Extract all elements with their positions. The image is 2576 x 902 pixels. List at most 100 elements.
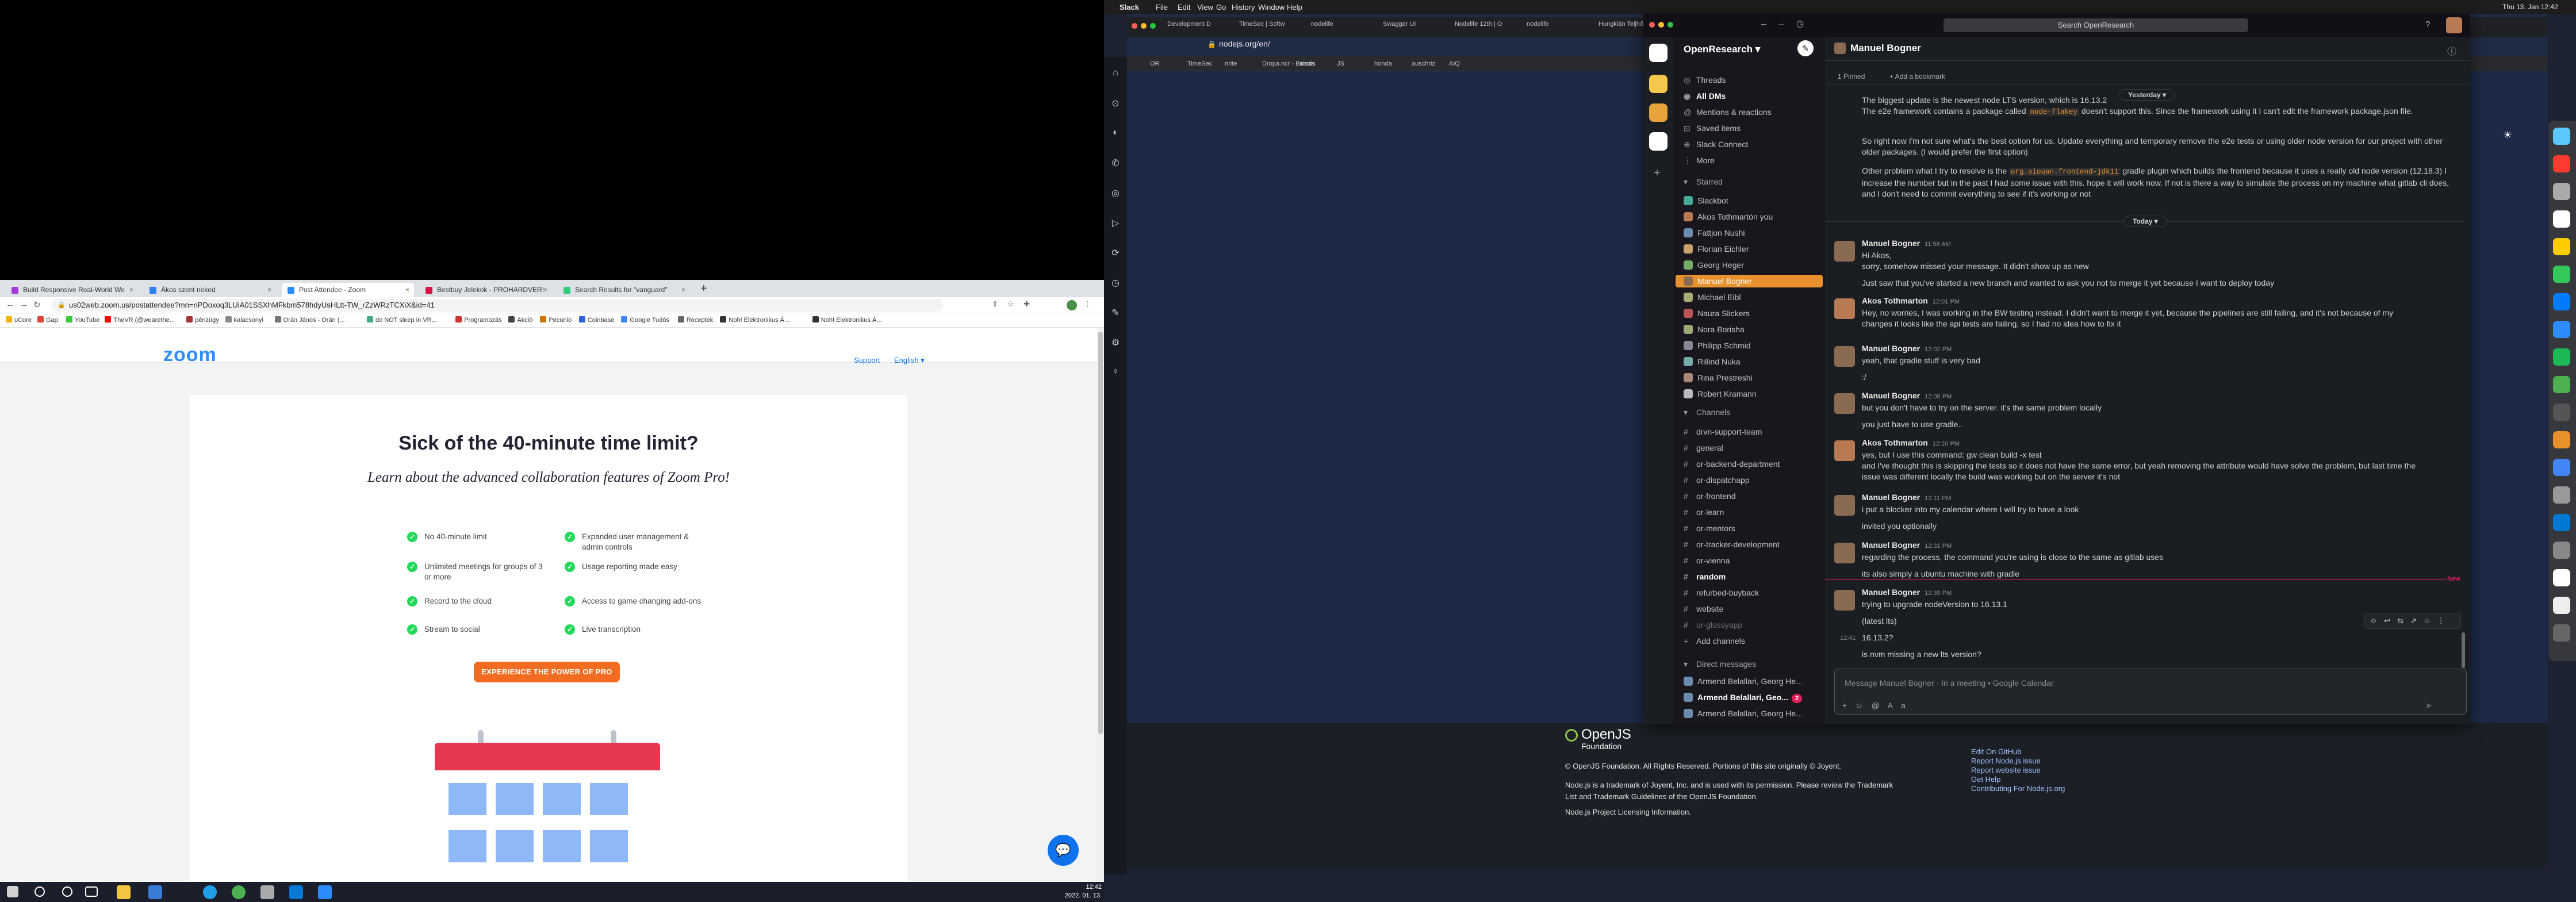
scrollbar-thumb[interactable] — [1098, 332, 1103, 734]
bookmark-item[interactable]: TheVR (@wearethe... — [105, 316, 175, 324]
message-author[interactable]: Manuel Bogner 12:02 PM — [1862, 344, 1952, 353]
sidebar-app-icon[interactable]: ⟳ — [1109, 247, 1122, 260]
openjs-wordmark[interactable]: OpenJS — [1581, 727, 1631, 743]
message-avatar[interactable] — [1834, 590, 1855, 611]
menu-view[interactable]: View — [1197, 3, 1213, 11]
dm-item[interactable]: Robert Kramann — [1684, 387, 1819, 400]
dock-app-icon[interactable] — [2553, 238, 2570, 255]
zoom-window-icon[interactable] — [1150, 23, 1156, 29]
language-select[interactable]: English ▾ — [894, 356, 925, 365]
workspace-icon[interactable] — [1649, 103, 1667, 122]
message-timestamp[interactable]: 12:08 PM — [1925, 393, 1952, 400]
menu-window[interactable]: Window — [1258, 3, 1285, 11]
vscode-icon[interactable] — [289, 885, 303, 899]
nav-more[interactable]: ⋮ More — [1684, 154, 1819, 167]
group-dm-item[interactable]: Armend Belallari, Georg He... — [1684, 675, 1819, 688]
message-scrollbar[interactable] — [2462, 632, 2465, 668]
message-author[interactable]: Manuel Bogner 12:11 PM — [1862, 493, 1951, 502]
new-tab-button[interactable]: + — [700, 282, 707, 295]
composer-input[interactable]: Message Manuel Bogner · In a meeting • G… — [1845, 678, 2054, 688]
sidebar-app-icon[interactable]: ⊙ — [1109, 98, 1122, 110]
channel-info-icon[interactable]: ⓘ — [2447, 44, 2456, 57]
dm-item[interactable]: Florian Eichler — [1684, 243, 1819, 255]
slack-search-input[interactable]: Search OpenResearch — [1943, 18, 2248, 32]
menu-history[interactable]: History — [1232, 3, 1255, 11]
dock-app-icon[interactable] — [2553, 266, 2570, 283]
bookmark-item[interactable]: Noh! Elektronikus Á... — [720, 316, 789, 324]
bookmark-item[interactable]: Pecunio — [540, 316, 572, 324]
bookmark-item[interactable]: Gap — [37, 316, 58, 324]
workspace-openresearch-icon[interactable] — [1649, 44, 1667, 62]
bookmark-item[interactable]: Coinbase — [578, 316, 614, 324]
dm-item[interactable]: Nora Borisha — [1684, 323, 1819, 336]
url-input[interactable]: nodejs.org/en/ — [1219, 39, 1270, 48]
footer-link[interactable]: Get Help — [1971, 775, 2000, 784]
message-timestamp[interactable]: 12:02 PM — [1925, 346, 1952, 353]
bookmark-item[interactable]: pénzügy — [186, 316, 219, 324]
message-hover-toolbar[interactable]: ☺↩⇆⇗☆⋮ — [2364, 613, 2461, 629]
browser-tab[interactable]: Nodelife 12th | O — [1455, 21, 1502, 28]
footer-link[interactable]: Report Node.js issue — [1971, 757, 2041, 765]
channel-item[interactable]: # or-dispatchapp — [1684, 474, 1819, 486]
url-input[interactable]: us02web.zoom.us/postattendee?mn=nPDoxoq3… — [52, 299, 943, 312]
menubar-clock[interactable]: Thu 13. Jan 12:42 — [2502, 3, 2558, 11]
dm-item[interactable]: Philipp Schmid — [1684, 339, 1819, 352]
file-explorer-icon[interactable] — [117, 885, 131, 899]
forward-icon[interactable]: → — [1777, 18, 1785, 28]
message-timestamp[interactable]: 12:31 PM — [1925, 543, 1952, 550]
workspace-icon[interactable] — [1649, 75, 1667, 93]
channel-item[interactable]: # general — [1684, 442, 1819, 454]
tab-close-icon[interactable]: × — [267, 283, 271, 297]
dock-app-icon[interactable] — [2553, 459, 2570, 476]
group-dm-item[interactable]: Armend Belallari, Georg He... — [1684, 707, 1819, 720]
browser-tab[interactable]: Ákos szent neked × — [144, 283, 276, 297]
dm-item[interactable]: Michael Eibl — [1684, 291, 1819, 304]
dock-app-icon[interactable] — [2553, 569, 2570, 586]
browser-tab[interactable]: Hungkián Teljhő — [1598, 21, 1643, 28]
dm-item[interactable]: Rillind Nuka — [1684, 355, 1819, 368]
dock-app-icon[interactable] — [2553, 597, 2570, 614]
zoom-app-icon[interactable] — [318, 885, 332, 899]
message-composer[interactable] — [1834, 669, 2467, 715]
bookmark-star-icon[interactable]: ☆ — [1007, 300, 1014, 309]
bookmark-item[interactable]: Noh! Elektronikus Á... — [812, 316, 882, 324]
message-author[interactable]: Manuel Bogner 12:08 PM — [1862, 391, 1952, 400]
channel-item[interactable]: # or-vienna — [1684, 554, 1819, 567]
bookmark-item[interactable]: nrite — [1225, 60, 1237, 67]
cortana-icon[interactable] — [62, 886, 72, 897]
nav-slack-connect[interactable]: ⊕ Slack Connect — [1684, 138, 1819, 151]
bookmark-item[interactable]: Akció — [508, 316, 532, 324]
footer-link[interactable]: Report website issue — [1971, 766, 2041, 774]
zoom-window-icon[interactable] — [1667, 22, 1673, 28]
dock-app-icon[interactable] — [2553, 514, 2570, 531]
help-icon[interactable]: ? — [2425, 20, 2430, 29]
day-divider-yesterday[interactable]: Yesterday ▾ — [2119, 89, 2175, 101]
message-author[interactable]: Akos Tothmarton 12:10 PM — [1862, 438, 1960, 447]
reload-icon[interactable]: ↻ — [33, 300, 41, 310]
nav-all-dms[interactable]: ◉ All DMs — [1684, 90, 1819, 102]
workspace-name[interactable]: OpenResearch ▾ — [1684, 44, 1760, 55]
extensions-icon[interactable]: ✚ — [1023, 300, 1030, 309]
browser-tab[interactable]: Post Attendee - Zoom × — [282, 283, 414, 297]
pinned-link[interactable]: 1 Pinned — [1838, 72, 1865, 80]
bookmark-item[interactable]: TimeSec — [1187, 60, 1212, 67]
group-dm-item[interactable]: Armend Belallari, Geo... 2 — [1684, 691, 1819, 704]
bookmark-item[interactable]: YouTube — [66, 316, 99, 324]
dock-app-icon[interactable] — [2553, 486, 2570, 504]
chat-support-icon[interactable]: 💬 — [1048, 835, 1079, 866]
bookmark-item[interactable]: OR — [1150, 60, 1160, 67]
message-avatar[interactable] — [1834, 298, 1855, 319]
browser-tab[interactable]: Development D — [1167, 21, 1211, 28]
support-link[interactable]: Support — [854, 356, 880, 364]
browser-tab[interactable]: nodelife — [1311, 21, 1333, 28]
message-author[interactable]: Akos Tothmarton 12:01 PM — [1862, 296, 1960, 305]
footer-licensing[interactable]: Node.js Project Licensing Information. — [1565, 808, 1691, 816]
start-icon[interactable] — [7, 886, 18, 897]
message-avatar[interactable] — [1834, 393, 1855, 414]
bookmark-item[interactable]: Programozás — [455, 316, 502, 324]
bookmark-item[interactable]: auschriz — [1412, 60, 1435, 67]
add-workspace-icon[interactable]: + — [1654, 167, 1661, 180]
app-icon[interactable] — [260, 885, 274, 899]
message-author[interactable]: Manuel Bogner 11:56 AM — [1862, 239, 1951, 248]
send-icon[interactable]: ➤ — [2425, 701, 2432, 711]
